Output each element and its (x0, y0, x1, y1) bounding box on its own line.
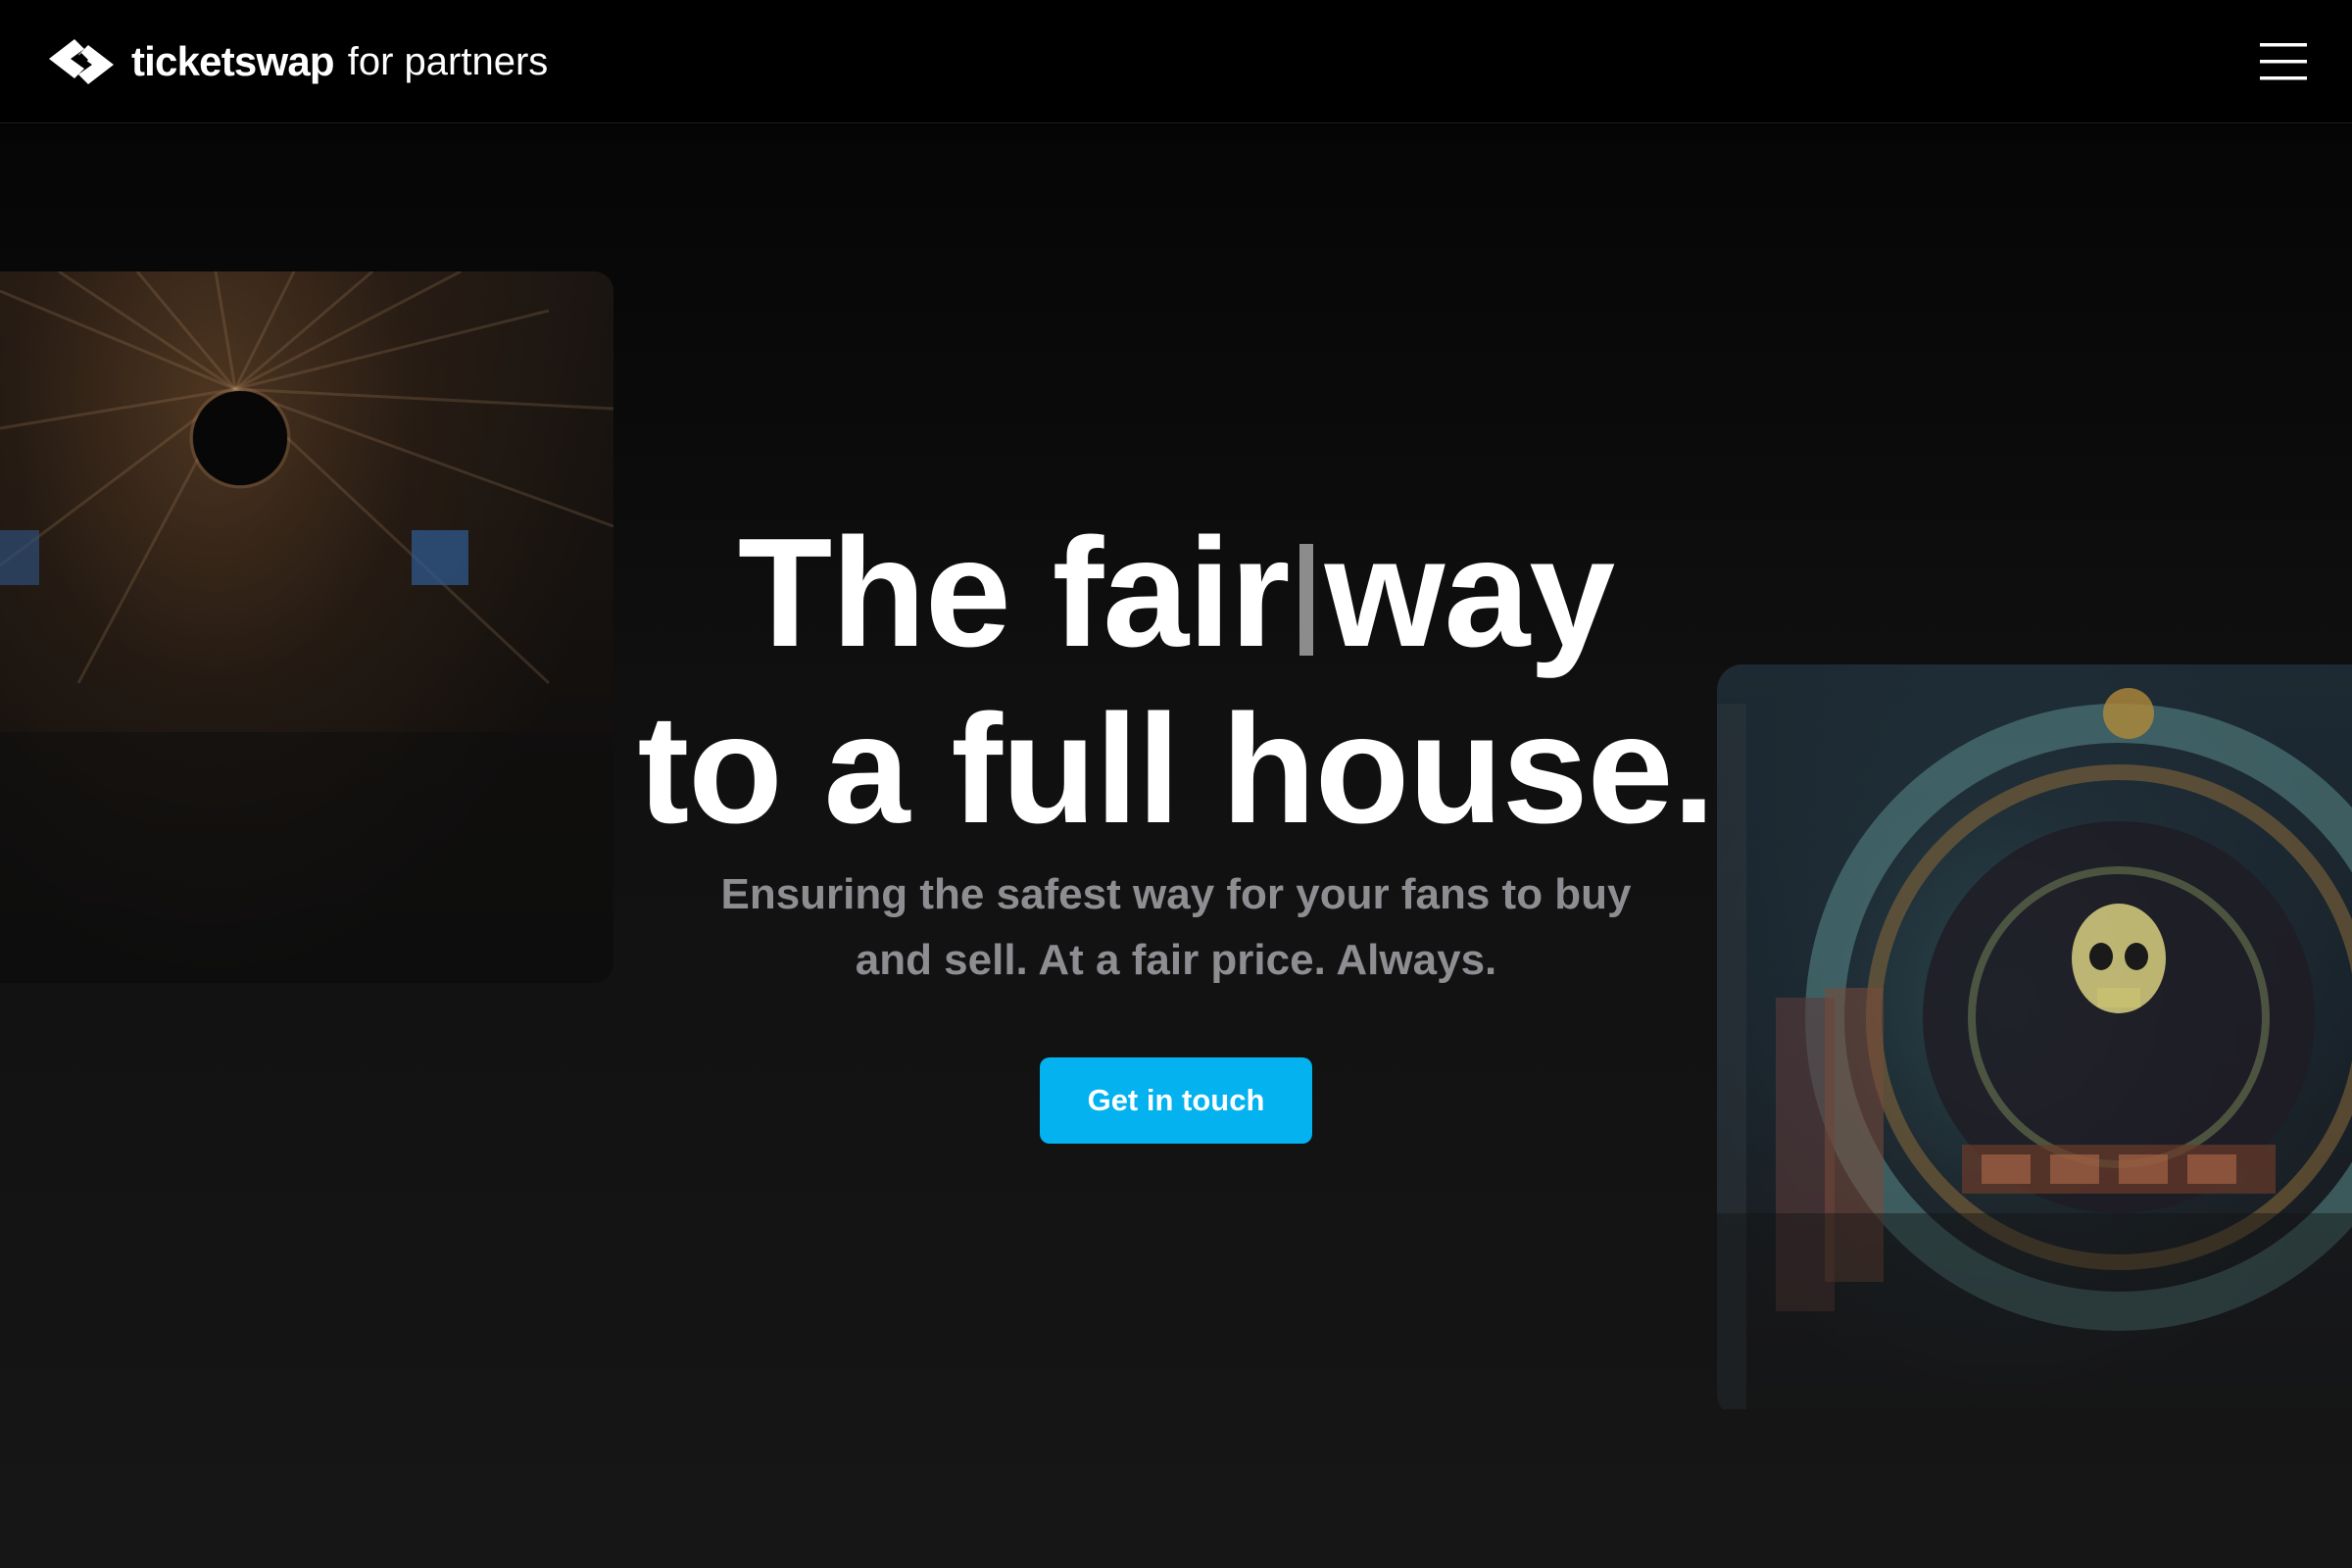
headline-line-2: to a full house. (637, 683, 1716, 856)
typing-cursor (1298, 544, 1313, 656)
hero-content: The fair way to a full house. Ensuring th… (588, 124, 1764, 1568)
brand-logo-link[interactable]: ticketswap for partners (45, 35, 548, 88)
hero-headline: The fair way to a full house. (588, 505, 1764, 858)
hero-subheading: Ensuring the safest way for your fans to… (720, 870, 1632, 984)
headline-word-fair: fair (1052, 507, 1291, 679)
ticketswap-logo-icon (49, 39, 114, 84)
headline-word-way: way (1324, 507, 1616, 679)
brand-subtitle: for partners (347, 39, 549, 83)
festival-stage-skull-decor-photo (1717, 664, 2352, 1419)
hero-section: The fair way to a full house. Ensuring th… (0, 124, 2352, 1568)
headline-word-the: The (737, 507, 1011, 679)
brand-name: ticketswap (131, 38, 335, 84)
hamburger-menu-icon[interactable] (2260, 43, 2307, 80)
top-navigation-bar: ticketswap for partners (0, 0, 2352, 123)
get-in-touch-button[interactable]: Get in touch (1040, 1057, 1312, 1144)
concert-tent-interior-photo (0, 271, 613, 983)
